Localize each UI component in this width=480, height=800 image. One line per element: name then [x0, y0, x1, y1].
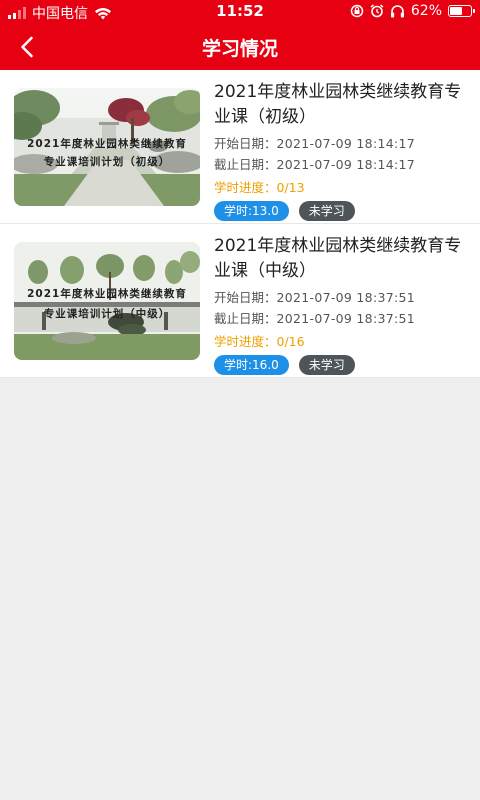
- progress-value: 0/16: [276, 334, 305, 349]
- end-date-row: 截止日期：2021-07-09 18:37:51: [214, 308, 470, 329]
- headphones-icon: [390, 5, 404, 18]
- progress-value: 0/13: [276, 180, 305, 195]
- course-card-intermediate[interactable]: 2021年度林业园林类继续教育 专业课培训计划（中级） 2021年度林业园林类继…: [0, 224, 480, 378]
- status-bar: 中国电信 11:52 62%: [0, 0, 480, 24]
- start-date-value: 2021-07-09 18:14:17: [276, 136, 415, 151]
- alarm-icon: [370, 4, 384, 18]
- orientation-lock-icon: [350, 4, 364, 18]
- start-date-row: 开始日期：2021-07-09 18:14:17: [214, 133, 470, 154]
- thumbnail-title-line2: 专业课培训计划（初级）: [43, 156, 171, 168]
- end-date-row: 截止日期：2021-07-09 18:14:17: [214, 154, 470, 175]
- hours-badge: 学时:16.0: [214, 355, 289, 375]
- tag-row: 学时:16.0 未学习: [214, 355, 470, 375]
- progress-label: 学时进度：: [214, 180, 277, 195]
- course-thumbnail: 2021年度林业园林类继续教育 专业课培训计划（中级）: [14, 242, 200, 360]
- status-badge: 未学习: [298, 201, 355, 221]
- course-card-elementary[interactable]: 2021年度林业园林类继续教育 专业课培训计划（初级） 2021年度林业园林类继…: [0, 70, 480, 224]
- battery-percent: 62%: [410, 3, 442, 19]
- nav-bar: 学习情况: [0, 24, 480, 70]
- end-date-value: 2021-07-09 18:37:51: [276, 311, 415, 326]
- battery-icon: [448, 5, 475, 17]
- course-thumbnail: 2021年度林业园林类继续教育 专业课培训计划（初级）: [14, 88, 200, 206]
- garden-image: [14, 242, 200, 360]
- course-info: 2021年度林业园林类继续教育专业课（中级） 开始日期：2021-07-09 1…: [214, 234, 470, 375]
- start-date-row: 开始日期：2021-07-09 18:37:51: [214, 287, 470, 308]
- progress-row: 学时进度：0/13: [214, 177, 470, 198]
- status-badge: 未学习: [298, 355, 355, 375]
- start-date-label: 开始日期：: [214, 136, 277, 151]
- status-right: 62%: [350, 3, 475, 19]
- progress-row: 学时进度：0/16: [214, 331, 470, 352]
- end-date-label: 截止日期：: [214, 157, 277, 172]
- app-header: 中国电信 11:52 62% 学习情况: [0, 0, 480, 70]
- course-list: 2021年度林业园林类继续教育 专业课培训计划（初级） 2021年度林业园林类继…: [0, 70, 480, 378]
- course-title: 2021年度林业园林类继续教育专业课（初级）: [214, 82, 462, 127]
- progress-label: 学时进度：: [214, 334, 277, 349]
- tag-row: 学时:13.0 未学习: [214, 201, 470, 221]
- end-date-value: 2021-07-09 18:14:17: [276, 157, 415, 172]
- hours-badge: 学时:13.0: [214, 201, 289, 221]
- thumbnail-title-line1: 2021年度林业园林类继续教育: [27, 288, 187, 300]
- thumbnail-title-line1: 2021年度林业园林类继续教育: [27, 138, 187, 150]
- thumbnail-title-line2: 专业课培训计划（中级）: [43, 308, 171, 320]
- page-title: 学习情况: [201, 38, 278, 60]
- start-date-value: 2021-07-09 18:37:51: [276, 290, 415, 305]
- end-date-label: 截止日期：: [214, 311, 277, 326]
- course-info: 2021年度林业园林类继续教育专业课（初级） 开始日期：2021-07-09 1…: [214, 80, 470, 221]
- start-date-label: 开始日期：: [214, 290, 277, 305]
- battery-level: [450, 7, 462, 15]
- course-title: 2021年度林业园林类继续教育专业课（中级）: [214, 236, 462, 281]
